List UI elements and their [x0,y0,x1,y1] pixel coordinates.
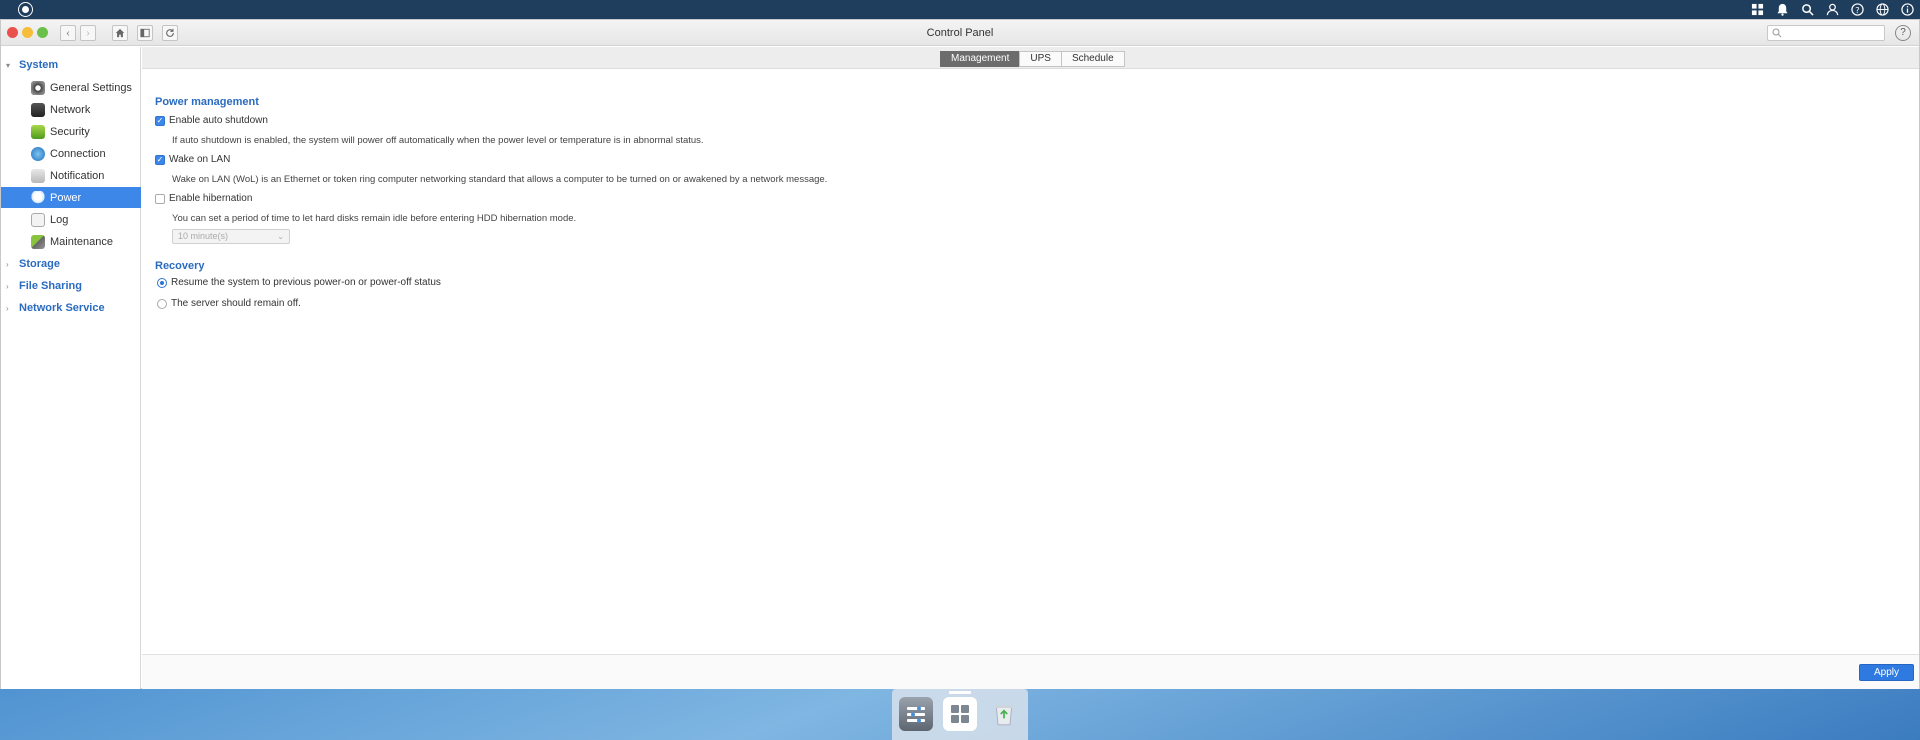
sidebar-item-connection[interactable]: Connection [1,143,141,164]
recycle-bin-dock-icon[interactable] [987,697,1021,731]
recovery-option-label: The server should remain off. [171,298,301,309]
sidebar-group-label: System [19,59,59,71]
dock-indicator [949,691,971,694]
sidebar-item-power[interactable]: Power [1,187,141,208]
window-title: Control Panel [926,27,994,39]
sidebar-item-label: Network [50,103,91,116]
gear-icon [31,80,45,95]
sidebar: ▾ System General Settings Network Securi… [1,47,141,689]
apply-button[interactable]: Apply [1859,664,1914,681]
apps-grid-icon[interactable] [1750,2,1764,16]
search-icon[interactable] [1800,2,1814,16]
recovery-option-remain-off[interactable]: The server should remain off. [157,298,301,309]
sidebar-group-system[interactable]: ▾ System [1,55,141,75]
taskbar-dock [892,689,1028,740]
control-panel-dock-icon[interactable] [899,697,933,731]
sidebar-item-label: Log [50,213,69,226]
sidebar-item-label: General Settings [50,81,132,94]
tab-schedule[interactable]: Schedule [1060,51,1125,67]
tab-bar: Management UPS Schedule [142,47,1919,69]
wake-on-lan-checkbox[interactable]: ✓ [155,154,165,165]
auto-shutdown-option[interactable]: ✓ Enable auto shutdown [155,115,268,126]
sidebar-item-security[interactable]: Security [1,121,141,142]
search-icon [1772,28,1782,38]
settings-sliders-icon [907,706,925,723]
globe-icon [31,146,45,161]
sidebar-item-notification[interactable]: Notification [1,165,141,186]
app-center-dock-icon[interactable] [943,697,977,731]
recovery-resume-radio[interactable] [157,277,167,288]
sidebar-item-network[interactable]: Network [1,99,141,120]
hibernation-description: You can set a period of time to let hard… [172,213,577,224]
sidebar-group-network-service[interactable]: › Network Service [1,298,141,318]
help-button[interactable]: ? [1895,25,1911,41]
tab-ups[interactable]: UPS [1019,51,1062,67]
notification-bell-icon[interactable] [1775,2,1789,16]
window-search-box[interactable] [1767,25,1885,41]
info-icon[interactable] [1900,2,1914,16]
qnap-logo-icon[interactable] [19,3,32,16]
trash-icon [995,705,1013,726]
recovery-option-resume[interactable]: Resume the system to previous power-on o… [157,277,441,288]
search-input[interactable] [1784,26,1882,40]
lightbulb-icon [31,190,45,205]
sidebar-group-label: File Sharing [19,280,82,292]
hibernation-time-select[interactable]: 10 minute(s) ⌄ [172,229,290,244]
sidebar-item-label: Security [50,125,90,138]
globe-language-icon[interactable] [1875,2,1889,16]
wake-on-lan-label: Wake on LAN [169,154,231,165]
user-icon[interactable] [1825,2,1839,16]
sidebar-item-general-settings[interactable]: General Settings [1,77,141,98]
app-grid-icon [951,705,969,723]
auto-shutdown-description: If auto shutdown is enabled, the system … [172,135,704,146]
sidebar-group-storage[interactable]: › Storage [1,254,141,274]
hibernation-time-value: 10 minute(s) [178,231,229,241]
chevron-down-icon: ▾ [6,60,11,70]
hibernation-option[interactable]: Enable hibernation [155,193,252,204]
hibernation-checkbox[interactable] [155,193,165,204]
question-icon: ? [1900,27,1906,38]
sidebar-item-log[interactable]: Log [1,209,141,230]
chevron-right-icon: › [6,281,9,291]
sidebar-group-label: Storage [19,258,60,270]
wake-on-lan-option[interactable]: ✓ Wake on LAN [155,154,230,165]
lock-icon [31,124,45,139]
system-top-bar: ? [0,0,1920,19]
auto-shutdown-label: Enable auto shutdown [169,115,268,126]
chevron-down-icon: ⌄ [277,232,284,241]
recovery-remain-off-radio[interactable] [157,298,167,309]
chevron-right-icon: › [6,259,9,269]
auto-shutdown-checkbox[interactable]: ✓ [155,115,165,126]
sidebar-group-file-sharing[interactable]: › File Sharing [1,276,141,296]
sidebar-item-maintenance[interactable]: Maintenance [1,231,141,252]
sidebar-item-label: Maintenance [50,235,113,248]
recovery-option-label: Resume the system to previous power-on o… [171,277,441,288]
tools-icon [31,234,45,249]
sidebar-item-label: Power [50,191,82,204]
main-content: Management UPS Schedule Power management… [142,47,1919,681]
window-title-bar: ‹ › Control Panel ? [1,20,1919,46]
power-management-heading: Power management [155,96,259,108]
chevron-right-icon: › [6,303,9,313]
sidebar-item-label: Connection [50,147,106,160]
svg-text:?: ? [1855,4,1859,14]
sidebar-item-label: Notification [50,169,105,182]
sidebar-group-label: Network Service [19,302,105,314]
hibernation-label: Enable hibernation [169,193,253,204]
help-icon[interactable]: ? [1850,2,1864,16]
log-icon [31,212,45,227]
wake-on-lan-description: Wake on LAN (WoL) is an Ethernet or toke… [172,174,828,185]
network-icon [31,102,45,117]
tab-management[interactable]: Management [940,51,1021,67]
recovery-heading: Recovery [155,260,205,272]
window-footer: Apply [142,654,1919,689]
control-panel-window: ‹ › Control Panel ? ▾ System General Set… [0,19,1920,689]
bell-icon [31,168,45,183]
